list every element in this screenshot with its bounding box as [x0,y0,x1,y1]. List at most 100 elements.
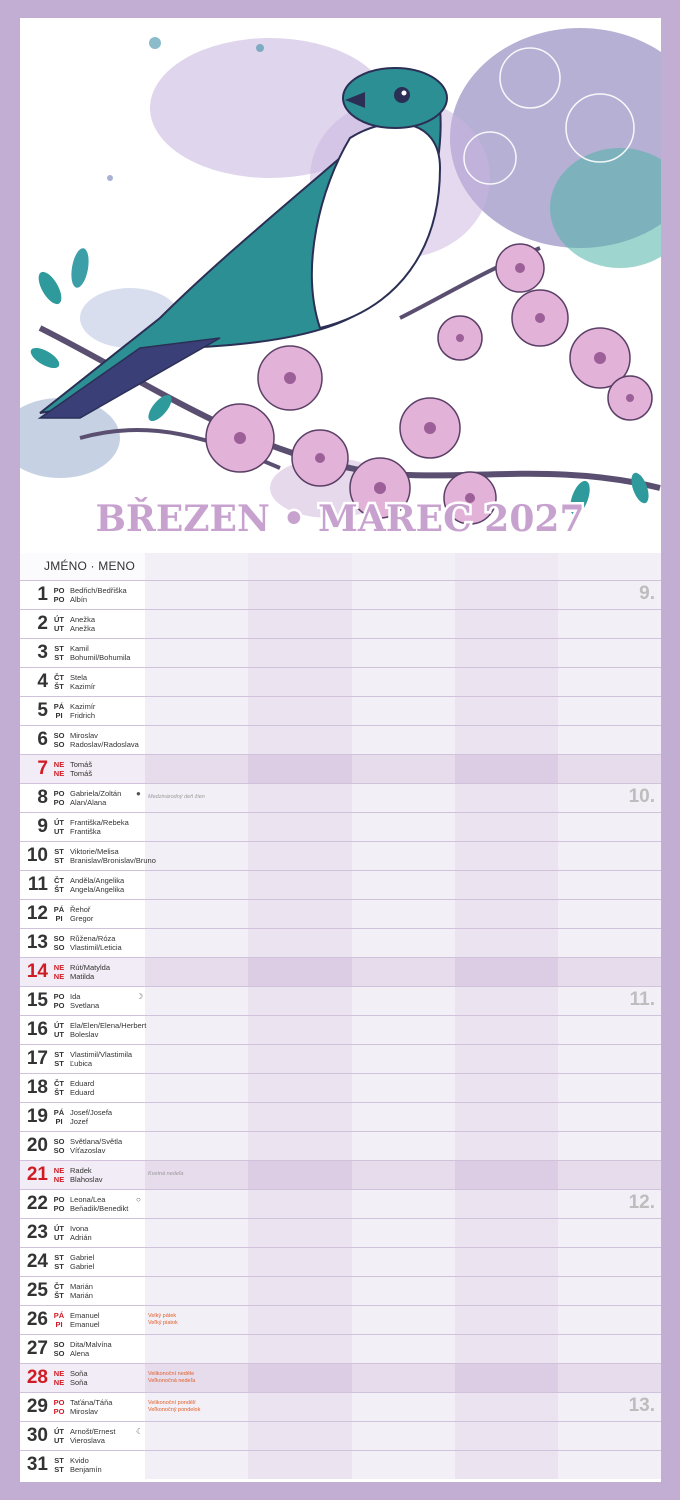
entry-cell[interactable] [455,755,558,783]
entry-cell[interactable] [248,726,352,754]
entry-cell[interactable] [558,842,661,870]
entry-cell[interactable] [558,610,661,638]
entry-cell[interactable] [248,1393,352,1421]
entry-cell[interactable] [558,1016,661,1044]
entry-cell[interactable] [558,639,661,667]
entry-cell[interactable] [352,1016,455,1044]
entry-cell[interactable] [455,900,558,928]
entry-cell[interactable] [558,871,661,899]
entry-cell[interactable] [145,1190,248,1218]
entry-cell[interactable] [248,1016,352,1044]
entry-cell[interactable] [558,1132,661,1160]
entry-cell[interactable] [248,1335,352,1363]
entry-cell[interactable] [352,668,455,696]
entry-cell[interactable] [248,1364,352,1392]
entry-cell[interactable] [352,581,455,609]
entry-cell[interactable] [352,1277,455,1305]
entry-cell[interactable] [455,1306,558,1334]
entry-cell[interactable] [145,726,248,754]
entry-cell[interactable] [558,1364,661,1392]
entry-cell[interactable] [455,958,558,986]
entry-cell[interactable] [558,1219,661,1247]
entry-cell[interactable] [352,697,455,725]
entry-cell[interactable] [145,1045,248,1073]
entry-cell[interactable] [352,1306,455,1334]
entry-cell[interactable] [352,755,455,783]
entry-cell[interactable] [352,784,455,812]
entry-cell[interactable] [145,871,248,899]
entry-cell[interactable] [455,1364,558,1392]
entry-cell[interactable] [558,1248,661,1276]
entry-cell[interactable] [145,1016,248,1044]
entry-cell[interactable] [455,610,558,638]
entry-cell[interactable] [248,1451,352,1479]
entry-cell[interactable] [248,755,352,783]
entry-cell[interactable] [145,1335,248,1363]
entry-cell[interactable] [248,1277,352,1305]
entry-cell[interactable] [145,813,248,841]
entry-cell[interactable] [352,842,455,870]
entry-cell[interactable] [248,929,352,957]
entry-cell[interactable] [145,842,248,870]
entry-cell[interactable] [558,1161,661,1189]
entry-cell[interactable] [145,639,248,667]
entry-cell[interactable] [145,1422,248,1450]
entry-cell[interactable] [145,987,248,1015]
entry-cell[interactable] [352,1219,455,1247]
entry-cell[interactable] [455,639,558,667]
entry-cell[interactable] [455,1074,558,1102]
entry-cell[interactable] [248,842,352,870]
entry-cell[interactable] [145,1277,248,1305]
entry-cell[interactable] [455,784,558,812]
entry-cell[interactable] [352,1161,455,1189]
entry-cell[interactable] [145,929,248,957]
entry-cell[interactable] [248,1219,352,1247]
entry-cell[interactable] [352,1045,455,1073]
entry-cell[interactable] [558,1335,661,1363]
entry-cell[interactable] [248,871,352,899]
entry-cell[interactable] [145,1219,248,1247]
entry-cell[interactable] [558,726,661,754]
entry-cell[interactable] [455,813,558,841]
entry-cell[interactable] [455,668,558,696]
entry-cell[interactable] [145,697,248,725]
entry-cell[interactable] [248,900,352,928]
entry-cell[interactable] [145,668,248,696]
entry-cell[interactable] [455,1422,558,1450]
entry-cell[interactable] [352,987,455,1015]
entry-cell[interactable] [558,958,661,986]
entry-cell[interactable] [455,1161,558,1189]
entry-cell[interactable] [558,929,661,957]
entry-cell[interactable] [352,1364,455,1392]
entry-cell[interactable] [248,1248,352,1276]
entry-cell[interactable] [352,871,455,899]
entry-cell[interactable] [248,1306,352,1334]
entry-cell[interactable] [352,1248,455,1276]
entry-cell[interactable] [558,1045,661,1073]
entry-cell[interactable] [352,1190,455,1218]
entry-cell[interactable] [352,726,455,754]
entry-cell[interactable] [558,1103,661,1131]
entry-cell[interactable] [558,1306,661,1334]
entry-cell[interactable] [248,784,352,812]
entry-cell[interactable] [145,755,248,783]
entry-cell[interactable] [352,1451,455,1479]
entry-cell[interactable] [248,813,352,841]
entry-cell[interactable] [455,1190,558,1218]
entry-cell[interactable] [248,987,352,1015]
entry-cell[interactable] [558,755,661,783]
entry-cell[interactable] [352,1103,455,1131]
entry-cell[interactable] [558,813,661,841]
entry-cell[interactable] [455,1451,558,1479]
entry-cell[interactable] [558,1277,661,1305]
entry-cell[interactable] [248,668,352,696]
entry-cell[interactable] [455,842,558,870]
entry-cell[interactable] [145,1103,248,1131]
entry-cell[interactable] [558,697,661,725]
entry-cell[interactable] [455,1393,558,1421]
entry-cell[interactable] [455,871,558,899]
entry-cell[interactable] [352,929,455,957]
entry-cell[interactable] [248,1422,352,1450]
entry-cell[interactable] [248,1103,352,1131]
entry-cell[interactable] [352,1335,455,1363]
